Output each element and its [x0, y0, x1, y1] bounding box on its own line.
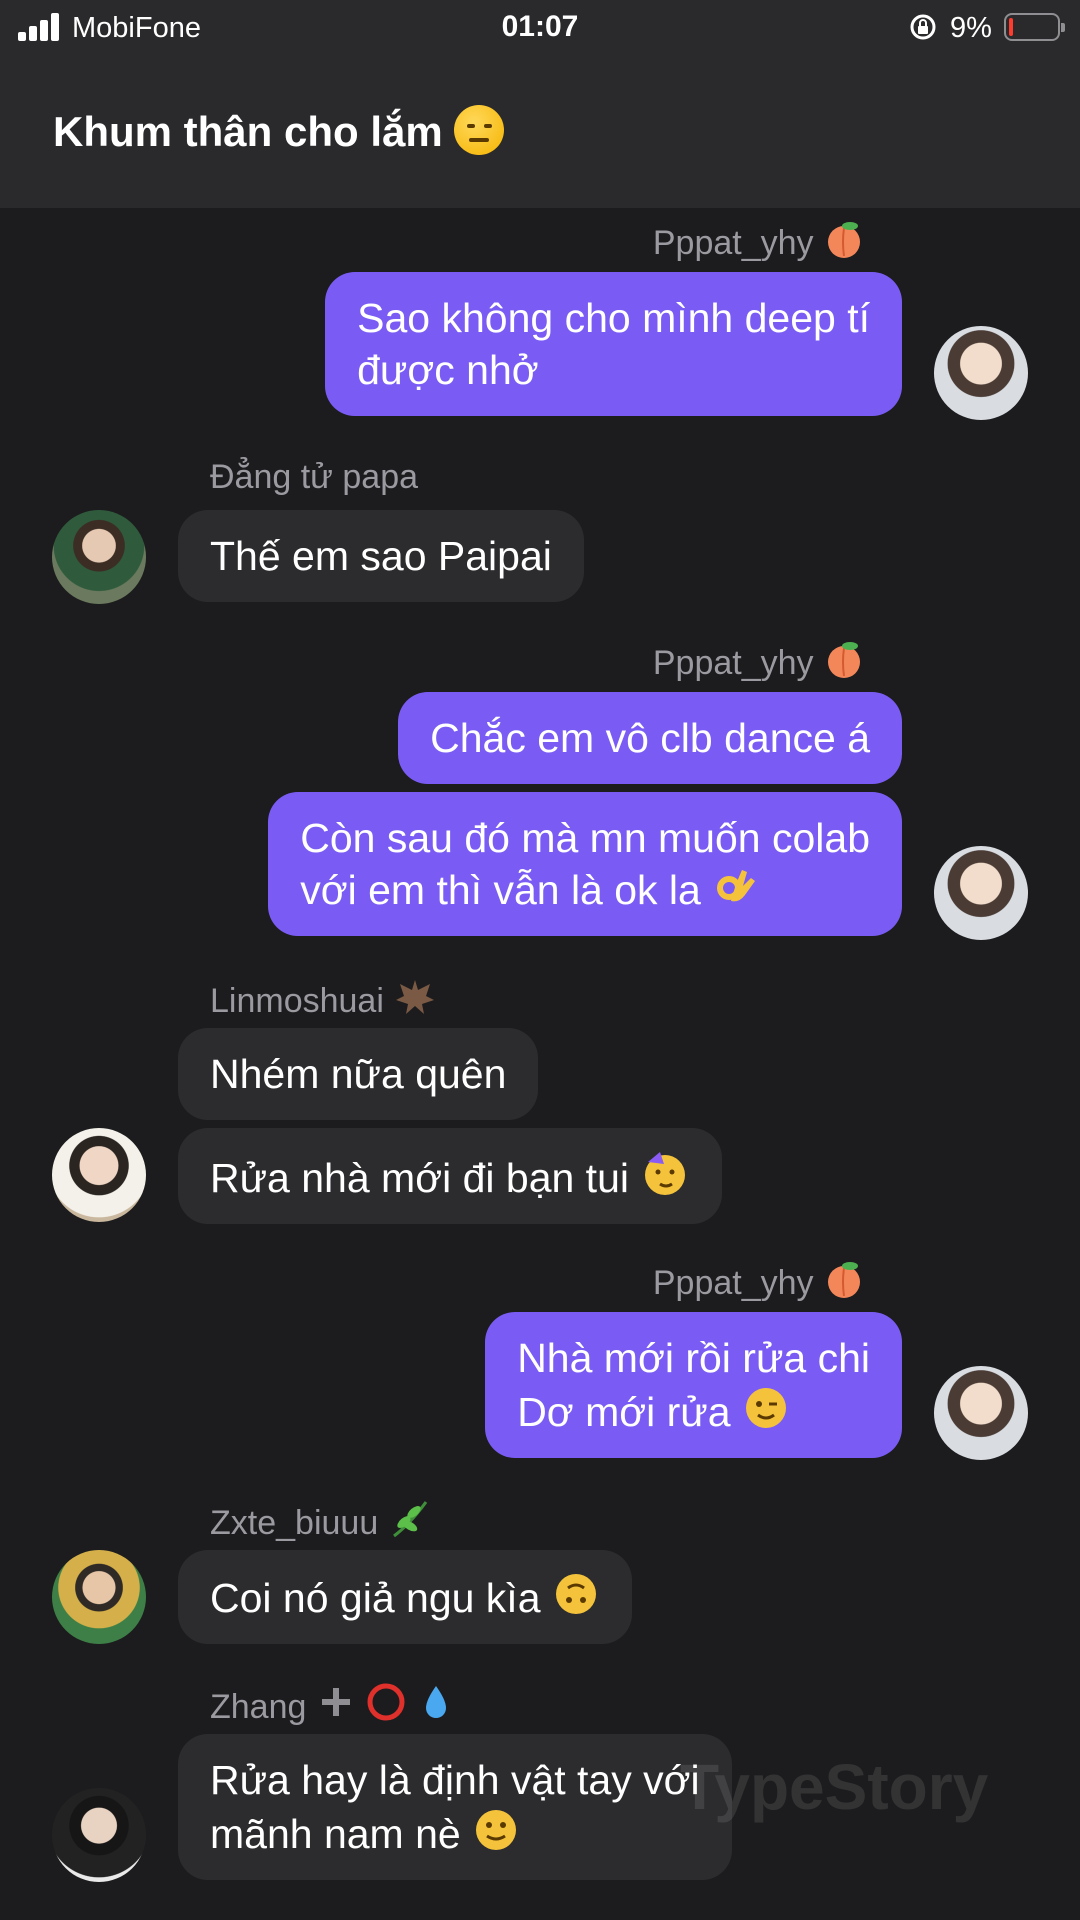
- rotation-lock-icon: [910, 14, 936, 40]
- plus-circle-droplet-emoji: [321, 1683, 446, 1721]
- message-feed[interactable]: Pppat_yhy Sao không cho mình deep tí được…: [0, 208, 1080, 1920]
- avatar[interactable]: [934, 326, 1028, 420]
- unamused-face-emoji: [454, 105, 505, 155]
- battery-percent: 9%: [950, 12, 992, 44]
- avatar[interactable]: [934, 1366, 1028, 1460]
- message-bubble-outgoing[interactable]: Nhà mới rồi rửa chi Dơ mới rửa: [485, 1312, 902, 1458]
- watermark: TypeStory: [680, 1751, 989, 1823]
- message-bubble-incoming[interactable]: Coi nó giả ngu kìa: [178, 1550, 632, 1644]
- message-bubble-incoming[interactable]: Rửa hay là định vật tay với mãnh nam nè: [178, 1734, 732, 1880]
- message-bubble-outgoing[interactable]: Chắc em vô clb dance á: [398, 692, 902, 784]
- peach-emoji: [828, 642, 860, 678]
- chat-title-text: Khum thân cho lắm: [53, 108, 443, 155]
- partying-face-emoji: [645, 1152, 686, 1195]
- winking-face-emoji: [745, 1388, 786, 1428]
- message-bubble-incoming[interactable]: Rửa nhà mới đi bạn tui: [178, 1128, 723, 1224]
- battery-fill: [1009, 18, 1014, 36]
- avatar[interactable]: [52, 1788, 146, 1882]
- avatar[interactable]: [52, 510, 146, 604]
- herb-emoji: [392, 1501, 427, 1538]
- upside-down-face-emoji: [555, 1574, 596, 1614]
- sender-name: Linmoshuai: [210, 974, 437, 1022]
- battery-icon: [1004, 13, 1065, 41]
- sender-name: Đẳng tử papa: [210, 458, 419, 496]
- slightly-smiling-face-emoji: [476, 1810, 517, 1850]
- peach-emoji: [828, 1262, 860, 1298]
- ok-hand-emoji: [717, 870, 756, 902]
- avatar[interactable]: [934, 846, 1028, 940]
- message-bubble-incoming[interactable]: Nhém nữa quên: [178, 1028, 539, 1120]
- message-bubble-outgoing[interactable]: Còn sau đó mà mn muốn colab với em thì v…: [268, 792, 902, 936]
- message-bubble-incoming[interactable]: Thế em sao Paipai: [178, 510, 584, 602]
- sender-name: Pppat_yhy: [653, 218, 865, 264]
- avatar[interactable]: [52, 1550, 146, 1644]
- sender-name: Zxte_biuuu: [210, 1496, 432, 1544]
- sender-name: Pppat_yhy: [653, 1258, 865, 1304]
- top-bar: MobiFone 01:07 9% Khum thân cho lắm: [0, 0, 1080, 208]
- peach-emoji: [828, 222, 860, 258]
- sender-name: Zhang: [210, 1680, 456, 1728]
- message-bubble-outgoing[interactable]: Sao không cho mình deep tí được nhở: [325, 272, 902, 416]
- status-bar: MobiFone 01:07 9%: [0, 0, 1080, 56]
- sender-name: Pppat_yhy: [653, 638, 865, 684]
- bat-emoji: [396, 980, 435, 1014]
- avatar[interactable]: [52, 1128, 146, 1222]
- chat-title: Khum thân cho lắm: [53, 104, 505, 160]
